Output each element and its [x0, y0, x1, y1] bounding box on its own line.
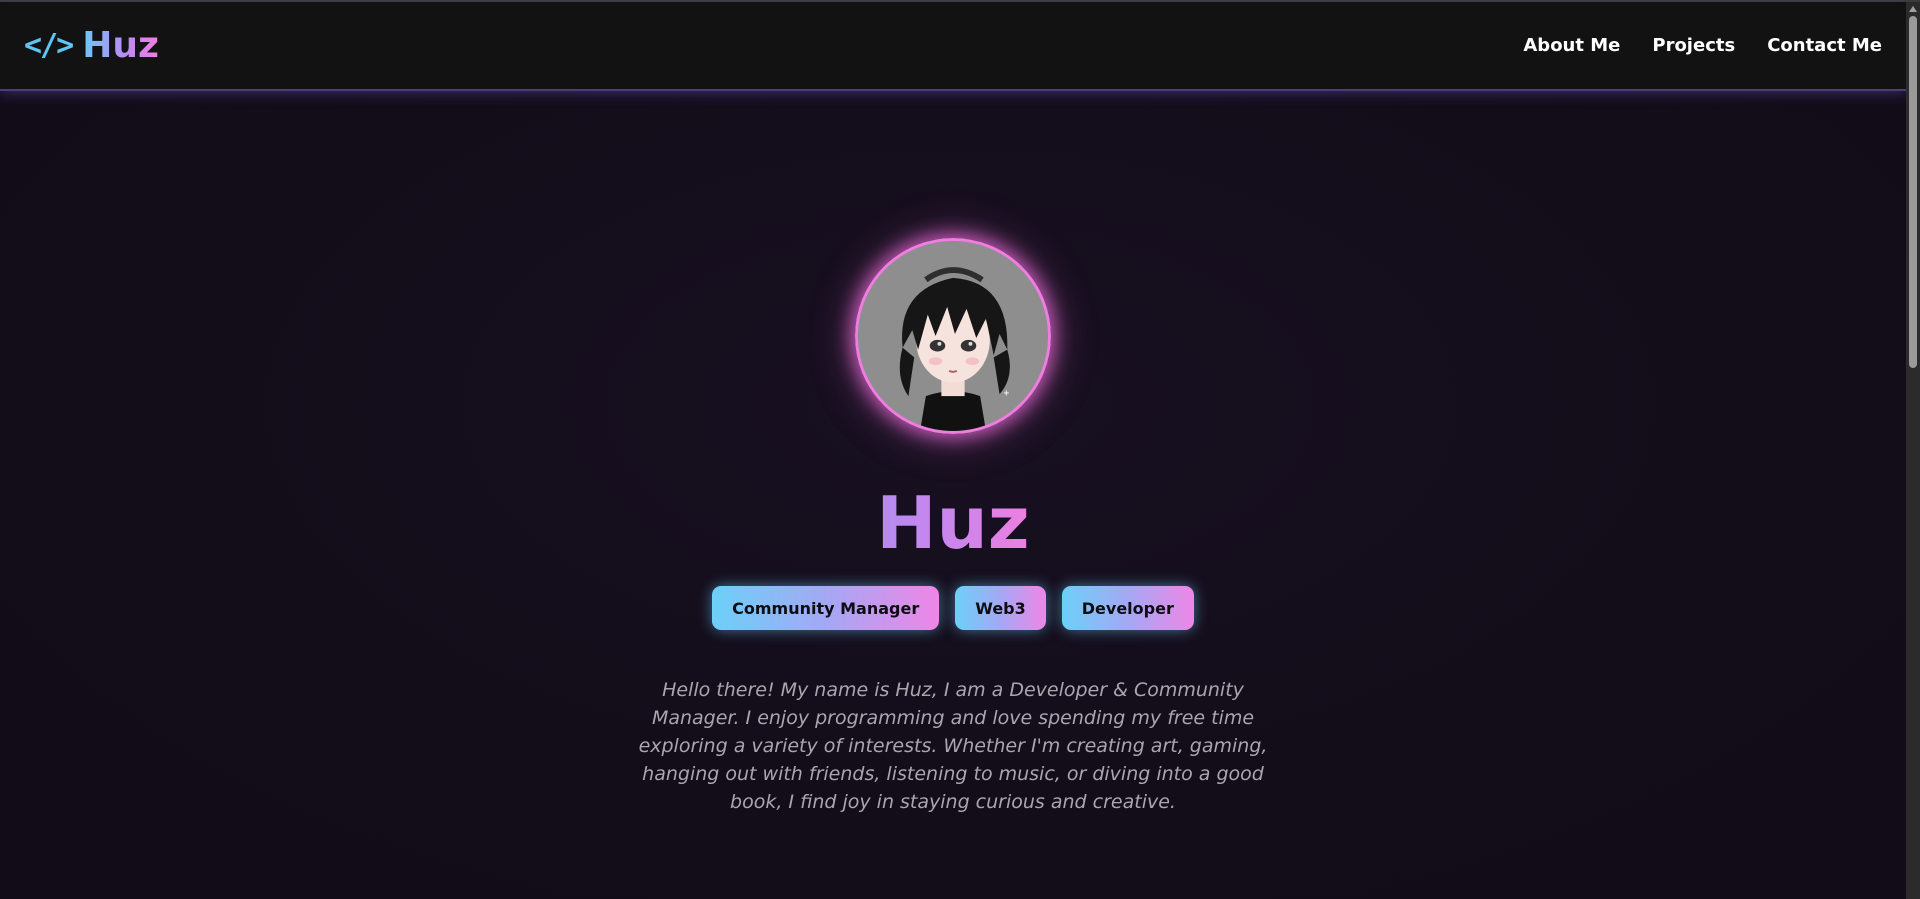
brand-logo-link[interactable]: </> Huz [24, 25, 159, 66]
hero-title: Huz [0, 481, 1906, 565]
vertical-scrollbar[interactable] [1906, 2, 1920, 899]
tag-developer[interactable]: Developer [1061, 586, 1194, 630]
navbar: </> Huz About Me Projects Contact Me [0, 2, 1906, 91]
nav-link-projects[interactable]: Projects [1652, 35, 1735, 56]
page: </> Huz About Me Projects Contact Me + H… [0, 0, 1920, 899]
bio-paragraph: Hello there! My name is Huz, I am a Deve… [638, 679, 1268, 813]
tag-community-manager[interactable]: Community Manager [712, 586, 940, 630]
nav-link-about-me[interactable]: About Me [1523, 35, 1620, 56]
brand-name: Huz [82, 25, 159, 66]
profile-avatar: + [855, 238, 1051, 434]
nav-links: About Me Projects Contact Me [1523, 35, 1882, 56]
code-icon: </> [24, 28, 74, 63]
hero-section: + Huz Community Manager Web3 Developer H… [0, 91, 1906, 899]
scroll-up-arrow-icon[interactable] [1909, 6, 1917, 12]
anime-character-avatar-icon: + [858, 241, 1048, 431]
tag-web3[interactable]: Web3 [955, 586, 1046, 630]
hero-name-text: Huz [876, 481, 1030, 565]
scrollbar-thumb[interactable] [1909, 16, 1917, 368]
svg-text:+: + [1003, 388, 1009, 399]
nav-link-contact-me[interactable]: Contact Me [1767, 35, 1882, 56]
role-tags: Community Manager Web3 Developer [0, 586, 1906, 630]
